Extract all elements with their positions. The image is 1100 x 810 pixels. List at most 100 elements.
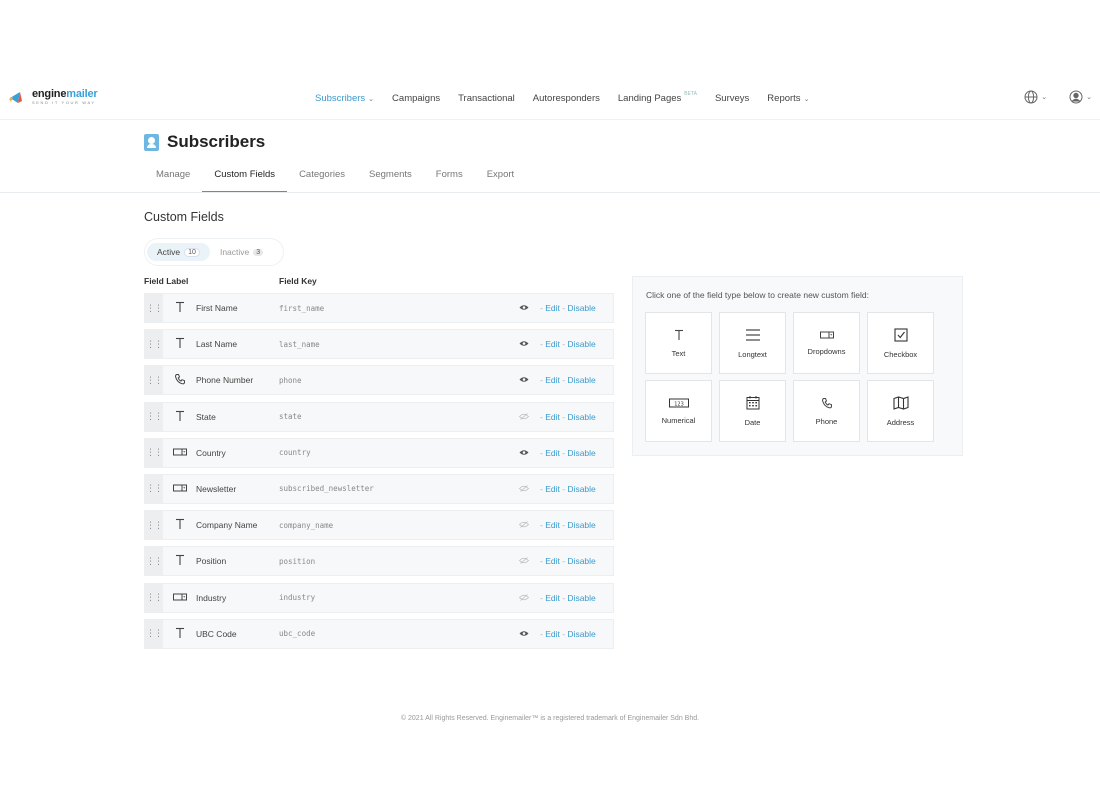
tab-segments[interactable]: Segments bbox=[357, 162, 424, 193]
eye-off-icon[interactable] bbox=[518, 556, 530, 566]
disable-link[interactable]: Disable bbox=[567, 339, 595, 349]
text-icon bbox=[173, 626, 187, 640]
tab-custom-fields[interactable]: Custom Fields bbox=[202, 162, 288, 193]
drag-handle-icon[interactable]: ⋮⋮ bbox=[145, 402, 163, 431]
field-type-longtext[interactable]: Longtext bbox=[719, 312, 786, 374]
nav-reports[interactable]: Reports ⌄ bbox=[767, 93, 809, 104]
tab-manage[interactable]: Manage bbox=[144, 162, 202, 193]
field-type-checkbox[interactable]: Checkbox bbox=[867, 312, 934, 374]
nav-autoresponders[interactable]: Autoresponders bbox=[533, 93, 600, 104]
drag-handle-icon[interactable]: ⋮⋮ bbox=[145, 547, 163, 576]
field-type-label: Dropdowns bbox=[807, 346, 846, 356]
field-type-dropdowns[interactable]: Dropdowns bbox=[793, 312, 860, 374]
drag-handle-icon[interactable]: ⋮⋮ bbox=[145, 330, 163, 359]
section-title: Custom Fields bbox=[144, 210, 224, 224]
tab-forms[interactable]: Forms bbox=[424, 162, 475, 193]
eye-icon[interactable] bbox=[519, 375, 529, 385]
eye-icon[interactable] bbox=[519, 339, 529, 349]
field-label: Position bbox=[196, 556, 227, 567]
field-key: industry bbox=[279, 593, 316, 602]
field-key: position bbox=[279, 556, 316, 566]
drag-handle-icon[interactable]: ⋮⋮ bbox=[145, 511, 163, 540]
field-type-label: Date bbox=[744, 418, 761, 427]
logo-word-prefix: engine bbox=[32, 88, 67, 100]
chevron-down-icon: ⌄ bbox=[1041, 94, 1048, 101]
language-menu[interactable]: ⌄ bbox=[1024, 90, 1047, 104]
disable-link[interactable]: Disable bbox=[567, 484, 595, 494]
subscriber-tabs: Manage Custom Fields Categories Segments… bbox=[144, 162, 526, 193]
edit-link[interactable]: Edit bbox=[545, 375, 560, 385]
nav-autoresponders-label: Autoresponders bbox=[532, 93, 600, 104]
nav-campaigns[interactable]: Campaigns bbox=[392, 93, 440, 104]
filter-active[interactable]: Active 10 bbox=[147, 243, 210, 261]
edit-link[interactable]: Edit bbox=[545, 448, 560, 458]
nav-landing-pages[interactable]: Landing Pages BETA bbox=[618, 91, 697, 105]
page-title: Subscribers bbox=[167, 132, 266, 151]
column-field-key: Field Key bbox=[279, 276, 317, 286]
custom-field-row: ⋮⋮ Company Name company_name - Edit - Disab… bbox=[144, 510, 614, 541]
field-type-address[interactable]: Address bbox=[867, 380, 934, 442]
eye-off-icon[interactable] bbox=[518, 520, 530, 530]
nav-subscribers[interactable]: Subscribers ⌄ bbox=[315, 93, 374, 104]
calendar-icon bbox=[746, 395, 760, 412]
edit-link[interactable]: Edit bbox=[545, 412, 560, 422]
drag-handle-icon[interactable]: ⋮⋮ bbox=[145, 366, 163, 395]
disable-link[interactable]: Disable bbox=[567, 556, 595, 566]
eye-icon[interactable] bbox=[519, 629, 529, 639]
eye-off-icon[interactable] bbox=[518, 412, 530, 422]
field-type-text[interactable]: Text bbox=[645, 312, 712, 374]
dropdown-icon bbox=[173, 590, 187, 604]
field-type-label: Address bbox=[886, 417, 915, 427]
drag-handle-icon[interactable]: ⋮⋮ bbox=[145, 583, 163, 612]
disable-link[interactable]: Disable bbox=[567, 593, 595, 603]
custom-field-row: ⋮⋮ Position position - Edit - Disable bbox=[144, 546, 614, 577]
chevron-down-icon: ⌄ bbox=[368, 95, 375, 103]
edit-link[interactable]: Edit bbox=[545, 520, 560, 530]
field-key: country bbox=[279, 448, 311, 458]
disable-link[interactable]: Disable bbox=[567, 520, 595, 530]
disable-link[interactable]: Disable bbox=[567, 412, 595, 422]
disable-link[interactable]: Disable bbox=[567, 448, 595, 458]
nav-transactional[interactable]: Transactional bbox=[458, 93, 515, 104]
disable-link[interactable]: Disable bbox=[567, 303, 595, 313]
edit-link[interactable]: Edit bbox=[545, 629, 560, 639]
eye-off-icon[interactable] bbox=[518, 593, 530, 603]
tab-export[interactable]: Export bbox=[475, 162, 526, 193]
user-menu[interactable]: ⌄ bbox=[1069, 90, 1092, 104]
custom-field-row: ⋮⋮ Newsletter subscribed_newsletter - Edit … bbox=[144, 473, 614, 504]
field-key: company_name bbox=[279, 520, 334, 530]
eye-icon[interactable] bbox=[519, 303, 529, 313]
field-type-date[interactable]: Date bbox=[719, 380, 786, 442]
field-type-numerical[interactable]: 123 Numerical bbox=[645, 380, 712, 442]
text-icon bbox=[173, 336, 187, 350]
drag-handle-icon[interactable]: ⋮⋮ bbox=[145, 438, 163, 467]
disable-link[interactable]: Disable bbox=[567, 375, 595, 385]
filter-inactive[interactable]: Inactive 3 bbox=[210, 243, 273, 261]
custom-field-row: ⋮⋮ Country country - Edit - Disable bbox=[144, 437, 614, 468]
nav-surveys[interactable]: Surveys bbox=[715, 93, 749, 104]
edit-link[interactable]: Edit bbox=[545, 339, 560, 349]
edit-link[interactable]: Edit bbox=[545, 484, 560, 494]
eye-icon[interactable] bbox=[519, 448, 529, 458]
svg-text:123: 123 bbox=[674, 401, 684, 407]
drag-handle-icon[interactable]: ⋮⋮ bbox=[145, 619, 163, 648]
drag-handle-icon[interactable]: ⋮⋮ bbox=[145, 294, 163, 322]
page-header: Subscribers bbox=[144, 132, 265, 152]
brand-logo[interactable]: enginemailer SEND IT YOUR WAY bbox=[8, 88, 98, 106]
disable-link[interactable]: Disable bbox=[567, 629, 595, 639]
dropdown-icon bbox=[173, 445, 187, 459]
edit-link[interactable]: Edit bbox=[545, 303, 560, 313]
dropdown-icon bbox=[173, 481, 187, 495]
header-right: ⌄ ⌄ bbox=[1024, 90, 1092, 104]
edit-link[interactable]: Edit bbox=[545, 556, 560, 566]
phone-icon bbox=[821, 397, 833, 411]
edit-link[interactable]: Edit bbox=[545, 593, 560, 603]
field-actions: - Edit - Disable bbox=[540, 375, 596, 385]
field-label: Last Name bbox=[196, 339, 238, 350]
drag-handle-icon[interactable]: ⋮⋮ bbox=[145, 474, 163, 503]
main-nav: Subscribers ⌄ Campaigns Transactional Au… bbox=[315, 91, 809, 105]
nav-transactional-label: Transactional bbox=[458, 93, 515, 104]
eye-off-icon[interactable] bbox=[518, 484, 530, 494]
field-type-phone[interactable]: Phone bbox=[793, 380, 860, 442]
tab-categories[interactable]: Categories bbox=[287, 162, 357, 193]
